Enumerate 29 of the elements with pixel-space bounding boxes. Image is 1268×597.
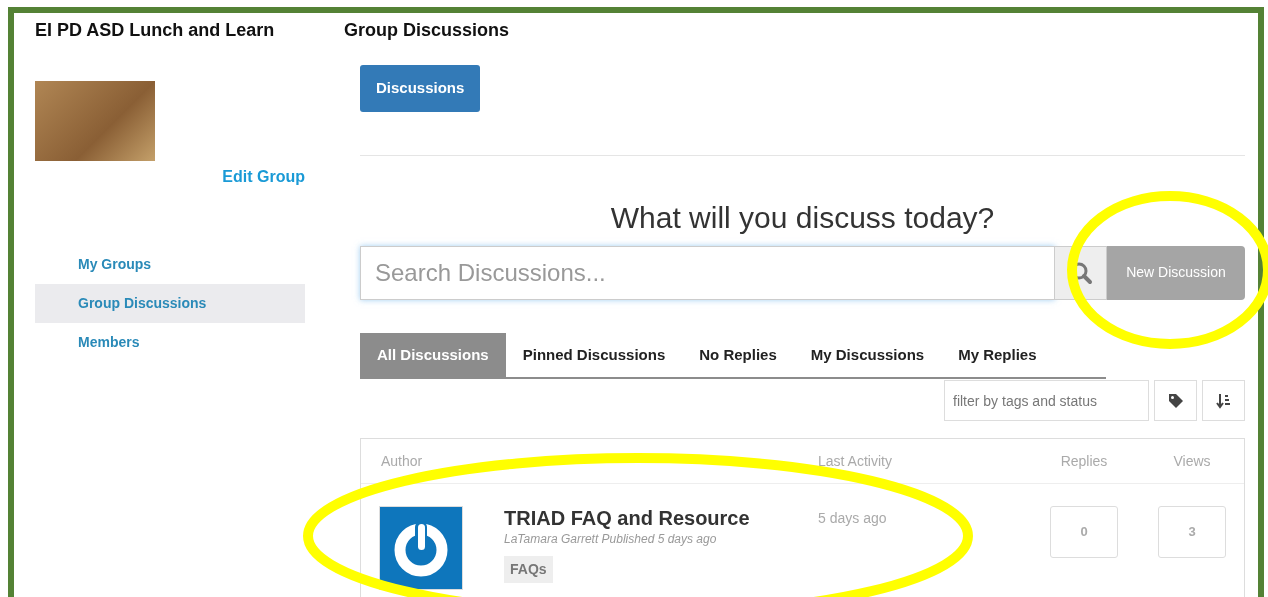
sidebar-item[interactable]: Members	[35, 323, 305, 362]
tab[interactable]: Pinned Discussions	[505, 332, 683, 377]
last-activity: 5 days ago	[818, 510, 887, 526]
sort-icon[interactable]	[1202, 380, 1245, 421]
tag[interactable]: FAQs	[504, 556, 553, 583]
replies-count: 0	[1050, 506, 1118, 558]
discussions-button[interactable]: Discussions	[360, 65, 481, 112]
discussion-title[interactable]: TRIAD FAQ and Resource	[504, 506, 818, 530]
column-header: Last Activity	[818, 452, 892, 469]
column-header: Replies	[1060, 452, 1108, 469]
column-header: Views	[1173, 452, 1211, 469]
tab[interactable]: My Replies	[941, 332, 1054, 377]
sidebar-item[interactable]: My Groups	[35, 245, 305, 284]
filter-field[interactable]: filter by tags and status	[944, 380, 1149, 421]
tab[interactable]: All Discussions	[360, 332, 506, 377]
power-logo-icon	[379, 506, 463, 590]
views-count: 3	[1158, 506, 1226, 558]
author-line: LaTamara Garrett Published 5 days ago	[504, 531, 718, 548]
column-header: Author	[381, 452, 423, 469]
heading: What will you discuss today?	[609, 199, 996, 236]
search-field[interactable]: Search Discussions...	[360, 245, 1055, 300]
tab[interactable]: My Discussions	[793, 332, 942, 377]
edit-group-link[interactable]: Edit Group	[35, 165, 305, 189]
tag-icon[interactable]	[1154, 380, 1197, 421]
page-title: Group Discussions	[344, 19, 511, 41]
tab[interactable]: No Replies	[682, 332, 794, 377]
sidebar-item[interactable]: Group Discussions	[35, 284, 305, 323]
group-title: EI PD ASD Lunch and Learn	[35, 19, 276, 41]
new-discussion-button[interactable]: New Discussion	[1107, 245, 1245, 300]
